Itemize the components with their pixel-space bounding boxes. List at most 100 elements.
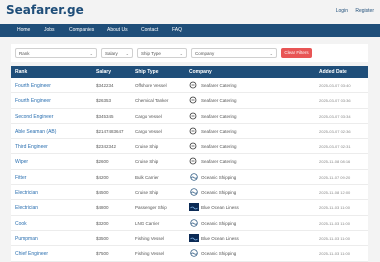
nav-home[interactable]: Home <box>17 27 30 33</box>
row-rank[interactable]: Electrician <box>15 190 38 196</box>
row-rank[interactable]: Third Engineer <box>15 144 48 150</box>
row-rank[interactable]: Cook <box>15 221 27 227</box>
row-ship-type: Cargo Vessel <box>135 113 162 119</box>
clear-filters-button[interactable]: Clear Filters <box>281 48 312 58</box>
row-ship-type: Cargo Vessel <box>135 128 162 134</box>
nav-jobs[interactable]: Jobs <box>44 27 55 33</box>
row-company: Seafarer Catering <box>201 159 237 165</box>
table-row[interactable]: Wiper $2600 Cruise Ship Seafarer Catering 20… <box>11 154 368 170</box>
company-logo-icon <box>189 173 199 181</box>
row-company: Oceanic Shipping <box>201 251 237 257</box>
table-row[interactable]: Third Engineer $2342342 Cruise Ship Seafare… <box>11 139 368 155</box>
company-logo-icon <box>189 127 199 135</box>
row-ship-type: Bulk Carrier <box>135 174 159 180</box>
row-company: Blue Ocean Liness <box>201 235 239 241</box>
top-bar: Seafarer.ge Login Register <box>0 0 380 24</box>
row-rank[interactable]: Wiper <box>15 159 28 165</box>
nav-faq[interactable]: FAQ <box>172 27 182 33</box>
row-salary: $3500 <box>96 235 109 241</box>
row-added-date: 2025-03-07 02:31 <box>319 144 351 150</box>
row-salary: $7500 <box>96 251 109 257</box>
row-salary: $2600 <box>96 159 109 165</box>
company-select[interactable]: Company ⌄ <box>191 48 277 58</box>
table-row[interactable]: Able Seaman (AB) $2147483647 Cargo Vessel S… <box>11 123 368 140</box>
table-row[interactable]: Electrician $4500 Cruise Ship Oceanic Shipp… <box>11 185 368 201</box>
company-logo-icon <box>189 188 199 196</box>
row-added-date: 2025-11-07 09:20 <box>319 174 351 180</box>
table-row[interactable]: Second Engineer $345345 Cargo Vessel Seafar… <box>11 108 368 124</box>
header-added-date[interactable]: Added Date <box>319 69 347 75</box>
nav-companies[interactable]: Companies <box>69 27 94 33</box>
header-rank[interactable]: Rank <box>15 69 27 75</box>
row-rank[interactable]: Second Engineer <box>15 114 53 120</box>
row-rank[interactable]: Chief Engineer <box>15 251 48 257</box>
rank-select[interactable]: Rank ⌄ <box>15 48 97 58</box>
row-rank[interactable]: Able Seaman (AB) <box>15 129 56 135</box>
header-ship-type[interactable]: Ship Type <box>135 69 159 75</box>
table-row[interactable]: Pumpman $3500 Fishing Vessel Blue Ocean Lin… <box>11 230 368 247</box>
register-link[interactable]: Register <box>355 8 374 14</box>
table-row[interactable]: Fitter $4200 Bulk Carrier Oceanic Shipping 2… <box>11 169 368 186</box>
table-body: Fourth Engineer $342234 Offshore Vessel Sea… <box>11 78 368 262</box>
row-added-date: 2025-11-08 12:00 <box>319 190 351 196</box>
login-link[interactable]: Login <box>336 8 348 14</box>
auth-links: Login Register <box>330 8 374 14</box>
table-row[interactable]: Fourth Engineer $342234 Offshore Vessel Sea… <box>11 78 368 94</box>
row-rank[interactable]: Fitter <box>15 175 26 181</box>
table-row[interactable]: Fourth Engineer $26353 Chemical Tanker Seaf… <box>11 93 368 109</box>
row-company: Oceanic Shipping <box>201 190 237 196</box>
company-logo-icon <box>189 96 199 104</box>
table-row[interactable]: Chief Engineer $7500 Fishing Vessel Oceanic… <box>11 246 368 262</box>
row-salary: $342234 <box>96 83 114 88</box>
row-added-date: 2025-11-08 08:16 <box>319 159 351 165</box>
jobs-table: Rank Salary Ship Type Company Added Date… <box>11 66 368 262</box>
row-company: Oceanic Shipping <box>201 174 237 180</box>
nav-about[interactable]: About Us <box>107 27 128 33</box>
row-salary: $4800 <box>96 205 109 211</box>
row-added-date: 2025-11-03 11:00 <box>319 251 350 257</box>
rank-select-label: Rank <box>19 51 30 56</box>
company-logo-icon <box>189 249 199 257</box>
row-ship-type: Offshore Vessel <box>135 83 167 88</box>
row-salary: $3200 <box>96 220 109 226</box>
row-company: Seafarer Catering <box>201 144 237 150</box>
row-salary: $4200 <box>96 174 109 180</box>
row-added-date: 2025-03-07 03:34 <box>319 113 351 119</box>
salary-select[interactable]: Salary ⌄ <box>101 48 133 58</box>
ship-type-select-label: Ship Type <box>141 51 161 56</box>
company-logo-icon <box>189 203 199 212</box>
row-ship-type: Cruise Ship <box>135 144 159 150</box>
header-salary[interactable]: Salary <box>96 69 111 75</box>
header-company[interactable]: Company <box>189 69 212 75</box>
row-company: Seafarer Catering <box>201 128 237 134</box>
table-header: Rank Salary Ship Type Company Added Date <box>11 66 368 78</box>
row-added-date: 2025-03-07 02:36 <box>319 128 351 134</box>
row-company: Oceanic Shipping <box>201 220 237 226</box>
table-row[interactable]: Electrician $4800 Passenger Ship Blue Ocean… <box>11 200 368 216</box>
row-ship-type: Fishing Vessel <box>135 235 165 241</box>
row-ship-type: Chemical Tanker <box>135 98 169 104</box>
row-added-date: 2025-11-03 11:00 <box>319 235 350 241</box>
row-rank[interactable]: Electrician <box>15 205 38 211</box>
row-salary: $26353 <box>96 98 112 104</box>
row-rank[interactable]: Fourth Engineer <box>15 98 51 104</box>
row-rank[interactable]: Pumpman <box>15 236 38 242</box>
ship-type-select[interactable]: Ship Type ⌄ <box>137 48 187 58</box>
main-nav: Home Jobs Companies About Us Contact FAQ <box>0 24 380 37</box>
row-added-date: 2025-11-03 11:00 <box>319 220 350 226</box>
nav-contact[interactable]: Contact <box>141 27 158 33</box>
row-company: Blue Ocean Liness <box>201 205 239 211</box>
row-ship-type: Cruise Ship <box>135 190 159 196</box>
row-salary: $4500 <box>96 190 109 196</box>
row-salary: $2147483647 <box>96 128 124 134</box>
row-ship-type: LNG Carrier <box>135 220 160 226</box>
row-rank[interactable]: Fourth Engineer <box>15 83 51 89</box>
chevron-down-icon: ⌄ <box>179 51 183 56</box>
row-company: Seafarer Catering <box>201 98 237 104</box>
row-ship-type: Cruise Ship <box>135 159 159 165</box>
row-company: Seafarer Catering <box>201 113 237 119</box>
chevron-down-icon: ⌄ <box>89 51 93 56</box>
table-row[interactable]: Cook $3200 LNG Carrier Oceanic Shipping 2025… <box>11 215 368 231</box>
site-logo[interactable]: Seafarer.ge <box>6 3 84 17</box>
company-select-label: Company <box>195 51 215 56</box>
